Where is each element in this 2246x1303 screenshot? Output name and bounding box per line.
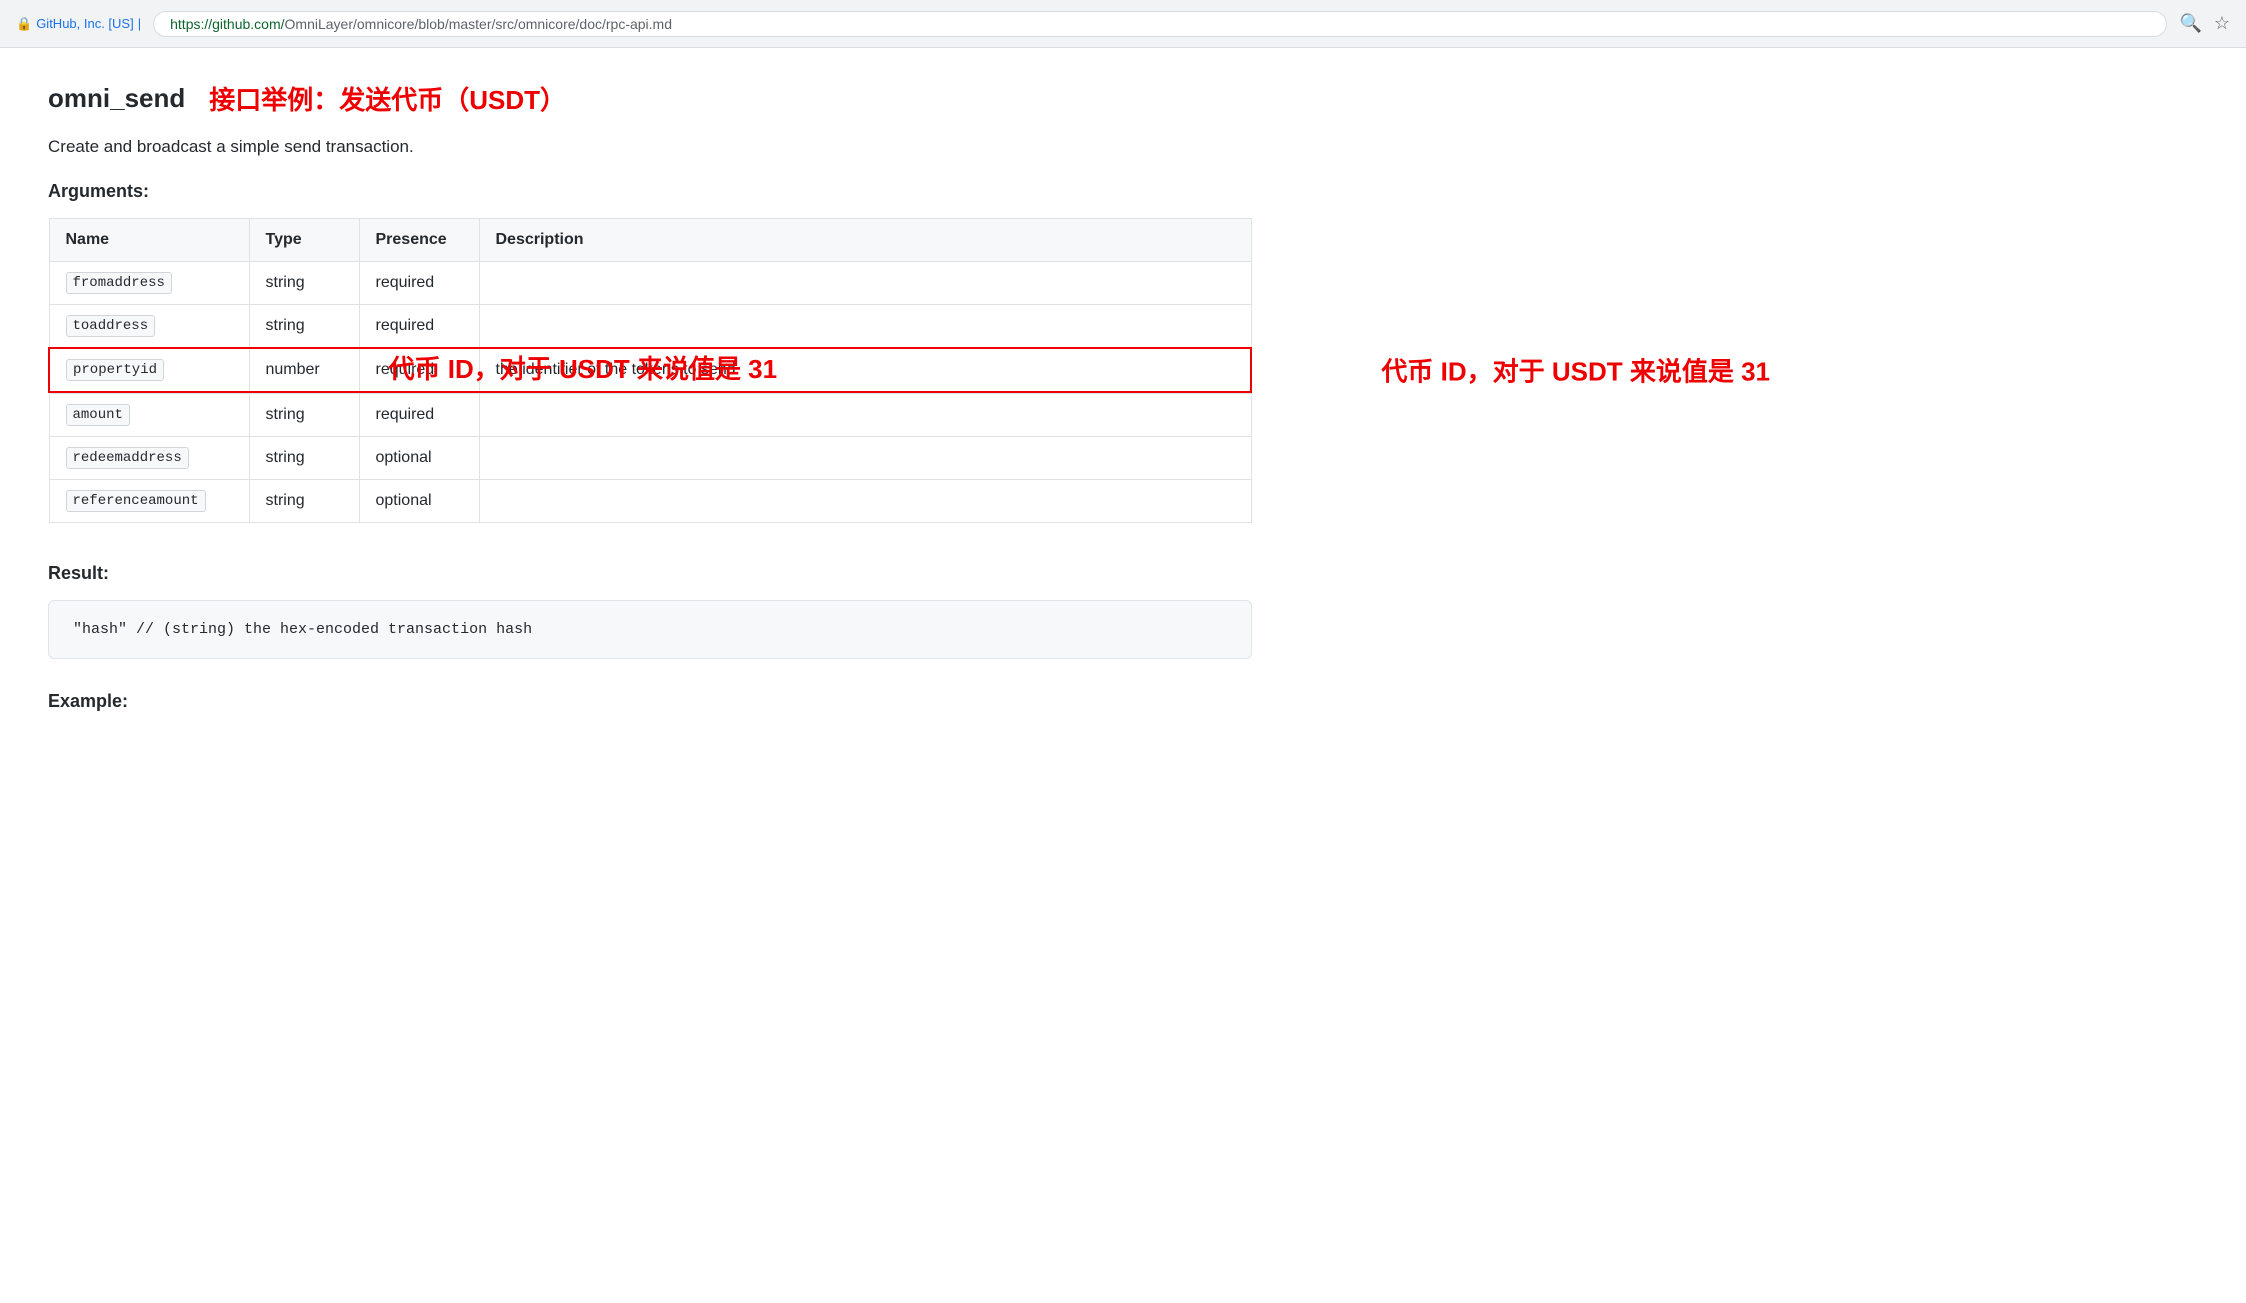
param-name-code: amount: [66, 404, 130, 426]
param-name-code: toaddress: [66, 315, 156, 337]
cell-description: [479, 394, 1251, 437]
cell-type: string: [249, 480, 359, 523]
cell-name: amount: [49, 394, 249, 437]
table-row: toaddress stringrequired: [49, 305, 1251, 349]
cell-type: number: [249, 348, 359, 392]
browser-actions: 🔍 ☆: [2179, 13, 2230, 34]
cell-type: string: [249, 394, 359, 437]
param-name-code: fromaddress: [66, 272, 172, 294]
propertyid-annotation: 代币 ID，对于 USDT 来说值是 31: [1381, 352, 1770, 389]
cell-name: referenceamount: [49, 480, 249, 523]
star-icon[interactable]: ☆: [2214, 13, 2230, 34]
page-title: omni_send: [48, 83, 185, 114]
cell-presence: required: [359, 394, 479, 437]
arguments-heading: Arguments:: [48, 181, 1252, 202]
col-type: Type: [249, 219, 359, 262]
result-section: Result: "hash" // (string) the hex-encod…: [48, 563, 1252, 659]
arguments-table: Name Type Presence Description fromaddre…: [48, 218, 1252, 523]
title-line: omni_send 接口举例：发送代币（USDT）: [48, 80, 1252, 117]
url-separator: |: [138, 16, 141, 31]
cell-description: [479, 437, 1251, 480]
result-code: "hash" // (string) the hex-encoded trans…: [73, 621, 532, 638]
search-icon[interactable]: 🔍: [2179, 13, 2201, 34]
cell-presence: required: [359, 262, 479, 305]
url-gray-part: OmniLayer/omnicore/blob/master/src/omnic…: [285, 16, 672, 32]
param-name-code: propertyid: [66, 359, 164, 381]
url-bar[interactable]: https://github.com/ OmniLayer/omnicore/b…: [153, 11, 2167, 37]
cell-type: string: [249, 305, 359, 349]
cell-name: fromaddress: [49, 262, 249, 305]
result-heading: Result:: [48, 563, 1252, 584]
annotation-row: 代币 ID，对于 USDT 来说值是 31: [49, 392, 1251, 394]
col-name: Name: [49, 219, 249, 262]
cell-name: toaddress: [49, 305, 249, 349]
table-header-row: Name Type Presence Description: [49, 219, 1251, 262]
cell-name: propertyid: [49, 348, 249, 392]
cell-description: [479, 262, 1251, 305]
param-name-code: redeemaddress: [66, 447, 189, 469]
page-content: omni_send 接口举例：发送代币（USDT） Create and bro…: [0, 48, 1300, 760]
cell-presence: required: [359, 305, 479, 349]
cell-presence: optional: [359, 480, 479, 523]
table-row: referenceamount stringoptional: [49, 480, 1251, 523]
cell-name: redeemaddress: [49, 437, 249, 480]
cell-description: [479, 305, 1251, 349]
security-badge: 🔒 GitHub, Inc. [US] |: [16, 16, 141, 32]
param-name-code: referenceamount: [66, 490, 206, 512]
cell-type: string: [249, 437, 359, 480]
result-code-block: "hash" // (string) the hex-encoded trans…: [48, 600, 1252, 659]
cell-description: [479, 480, 1251, 523]
lock-icon: 🔒: [16, 16, 32, 32]
table-row: redeemaddress stringoptional: [49, 437, 1251, 480]
page-subtitle: 接口举例：发送代币（USDT）: [209, 80, 566, 117]
table-row: amount stringrequired: [49, 394, 1251, 437]
page-description: Create and broadcast a simple send trans…: [48, 137, 1252, 157]
browser-chrome: 🔒 GitHub, Inc. [US] | https://github.com…: [0, 0, 2246, 48]
row-annotation: 代币 ID，对于 USDT 来说值是 31: [389, 349, 778, 386]
example-section: Example:: [48, 691, 1252, 712]
col-presence: Presence: [359, 219, 479, 262]
cell-presence: optional: [359, 437, 479, 480]
cell-type: string: [249, 262, 359, 305]
example-heading: Example:: [48, 691, 1252, 712]
table-row: fromaddress stringrequired: [49, 262, 1251, 305]
col-description: Description: [479, 219, 1251, 262]
security-label: GitHub, Inc. [US]: [36, 16, 134, 31]
url-green-part: https://github.com/: [170, 16, 284, 32]
